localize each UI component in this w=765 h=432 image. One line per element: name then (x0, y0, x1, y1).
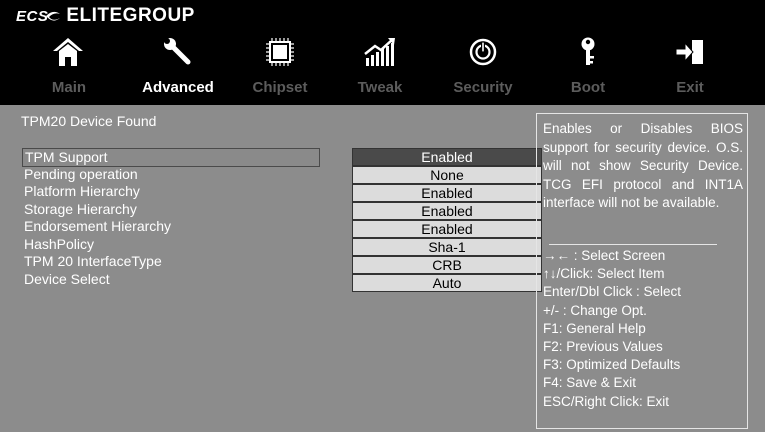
tab-exit[interactable]: Exit (635, 79, 745, 96)
setting-label-pending-operation[interactable]: Pending operation (24, 166, 138, 183)
key-legend: →← : Select Screen ↑↓/Click: Select Item… (543, 247, 743, 411)
help-panel: Enables or Disables BIOS support for sec… (536, 113, 748, 429)
home-icon[interactable] (38, 34, 98, 70)
key-icon[interactable] (558, 34, 618, 70)
setting-label-device-select[interactable]: Device Select (24, 271, 110, 288)
help-description: Enables or Disables BIOS support for sec… (543, 121, 743, 210)
tab-main[interactable]: Main (14, 79, 124, 96)
tab-boot[interactable]: Boot (533, 79, 643, 96)
setting-value-storage-hierarchy[interactable]: Enabled (352, 202, 542, 220)
tab-security[interactable]: Security (428, 79, 538, 96)
setting-value-hash-policy[interactable]: Sha-1 (352, 238, 542, 256)
setting-value-platform-hierarchy[interactable]: Enabled (352, 184, 542, 202)
tab-tweak[interactable]: Tweak (325, 79, 435, 96)
key-hint-f3: F3: Optimized Defaults (543, 357, 681, 373)
key-hint-f4: F4: Save & Exit (543, 375, 637, 391)
setting-label-tpm20-interface-type[interactable]: TPM 20 InterfaceType (24, 253, 162, 270)
key-hint-change-opt: +/- : Change Opt. (543, 302, 647, 318)
tab-advanced[interactable]: Advanced (123, 79, 233, 96)
content-area: TPM20 Device Found TPM Support Pending o… (0, 105, 765, 432)
brand-logo: ECS ELITEGROUP (16, 4, 195, 28)
chip-icon[interactable] (250, 34, 310, 70)
key-hint-esc: ESC/Right Click: Exit (543, 393, 670, 409)
wrench-icon[interactable] (148, 34, 208, 70)
key-hint-enter-select: Enter/Dbl Click : Select (543, 284, 682, 300)
key-hint-f1: F1: General Help (543, 320, 646, 336)
setting-label-storage-hierarchy[interactable]: Storage Hierarchy (24, 201, 137, 218)
setting-label-endorsement-hierarchy[interactable]: Endorsement Hierarchy (24, 218, 171, 235)
key-hint-select-item: ↑↓/Click: Select Item (543, 266, 665, 282)
key-hint-select-screen: →← : Select Screen (543, 248, 666, 263)
performance-chart-icon[interactable] (350, 34, 410, 70)
logo-swoosh-icon (46, 11, 61, 21)
key-hint-f2: F2: Previous Values (543, 339, 663, 355)
setting-label-hash-policy[interactable]: HashPolicy (24, 236, 94, 253)
brand-name: ELITEGROUP (66, 5, 195, 26)
setting-value-tpm-support[interactable]: Enabled (352, 148, 542, 166)
ecs-logo-mark: ECS (16, 8, 62, 25)
power-icon[interactable] (453, 34, 513, 70)
exit-icon[interactable] (660, 34, 720, 70)
settings-panel: TPM20 Device Found TPM Support Pending o… (16, 105, 542, 432)
setting-value-endorsement-hierarchy[interactable]: Enabled (352, 220, 542, 238)
setting-label-tpm-support[interactable]: TPM Support (22, 148, 320, 167)
setting-label-platform-hierarchy[interactable]: Platform Hierarchy (24, 183, 140, 200)
tab-chipset[interactable]: Chipset (225, 79, 335, 96)
tpm-status-text: TPM20 Device Found (21, 113, 157, 129)
help-divider (549, 244, 717, 245)
setting-value-device-select[interactable]: Auto (352, 274, 542, 292)
setting-value-tpm20-interface-type[interactable]: CRB (352, 256, 542, 274)
setting-value-pending-operation[interactable]: None (352, 166, 542, 184)
top-bar: ECS ELITEGROUP Main Advanced Chipset Twe… (0, 0, 765, 105)
